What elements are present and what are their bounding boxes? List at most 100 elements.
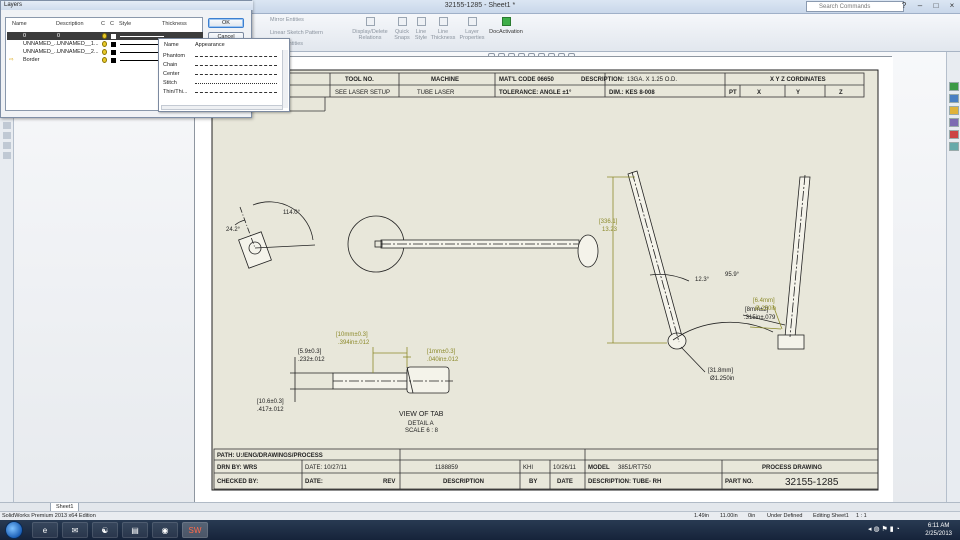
clock-date: 2/25/2013 [925, 531, 952, 537]
feature-tree-icon[interactable] [3, 122, 11, 129]
ok-button[interactable]: OK [208, 18, 244, 28]
dim-59: [5.9±0.3] [298, 349, 322, 355]
config-manager-icon[interactable] [3, 142, 11, 149]
help-icon[interactable]: ? [898, 1, 910, 12]
date-drawn: DATE: 10/27/11 [305, 465, 347, 471]
layer-visible-icon[interactable] [102, 41, 107, 47]
layers-dialog-title: Layers [1, 1, 253, 10]
description-label: DESCRIPTION: [581, 77, 624, 83]
media-icon[interactable]: ◉ [152, 522, 178, 538]
rev-date: 10/26/11 [553, 465, 577, 471]
z-header: Z [839, 90, 843, 96]
style-option-phantom[interactable]: Phantom [163, 52, 279, 61]
line-thickness-button[interactable]: Line Thickness [430, 17, 456, 41]
sheet-tab-bar: Sheet1 [0, 502, 960, 512]
clock[interactable]: 6:11 AM 2/25/2013 [925, 522, 952, 538]
solidworks-resources-icon[interactable] [949, 82, 959, 91]
minimize-button[interactable]: – [914, 1, 926, 12]
active-layer-arrow-icon: ⇨ [9, 57, 14, 63]
dim-336: [336.1] [599, 219, 618, 225]
dim-232: .232±.012 [298, 357, 325, 363]
tolerance-label: TOLERANCE: ANGLE ±1° [499, 90, 572, 96]
dim-318mm: [31.8mm] [708, 368, 733, 374]
layer-visible-icon[interactable] [102, 33, 107, 39]
line-thickness-icon [438, 17, 448, 26]
layer-color-swatch[interactable] [111, 34, 116, 39]
dim-1323: 13.23 [602, 227, 618, 233]
dim-394: .394in±.012 [338, 340, 370, 346]
close-button[interactable]: × [946, 1, 958, 12]
dim-040: .040in±.012 [427, 357, 459, 363]
view-palette-icon[interactable] [949, 118, 959, 127]
layers-icon [467, 17, 477, 26]
dim-10mm: [10mm±0.3] [336, 332, 368, 338]
dim-1250: Ø1.250in [710, 376, 734, 382]
file-explorer-icon[interactable] [949, 106, 959, 115]
app-icon[interactable]: ☯ [92, 522, 118, 538]
col-on: C [101, 21, 105, 27]
layer-color-swatch[interactable] [111, 42, 116, 47]
col-thickness: Thickness [162, 21, 187, 27]
x-header: X [757, 90, 761, 96]
angle-123: 12.3° [695, 277, 710, 283]
doc-activation-icon [501, 17, 511, 26]
col-description: Description [56, 21, 84, 27]
style-option-chain[interactable]: Chain [163, 61, 279, 70]
date-checked-label: DATE: [305, 479, 323, 485]
design-library-icon[interactable] [949, 94, 959, 103]
col-name: Name [12, 21, 27, 27]
col-style: Style [119, 21, 132, 27]
layer-style-sample[interactable] [120, 36, 164, 37]
drawing-sheet[interactable]: TOOL NO. MACHINE MAT'L CODE 06650 DESCRI… [194, 56, 893, 503]
description-value: 13GA. X 1.25 O.D. [627, 77, 677, 83]
dim-label: DIM.: KES 8-008 [609, 90, 655, 96]
dim-106: [10.6±0.3] [257, 399, 284, 405]
part-description: DESCRIPTION: TUBE- RH [588, 479, 661, 485]
custom-properties-icon[interactable] [949, 142, 959, 151]
layer-visible-icon[interactable] [102, 49, 107, 55]
dim-expert-icon[interactable] [3, 152, 11, 159]
ie-icon[interactable]: e [32, 522, 58, 538]
style-option-thin-thick[interactable]: Thin/Thi... [163, 88, 279, 97]
restore-button[interactable]: □ [930, 1, 942, 12]
linear-sketch-pattern-button[interactable]: Linear Sketch Pattern [270, 30, 340, 36]
dropdown-horizontal-scrollbar[interactable] [161, 105, 283, 110]
mirror-entities-button[interactable]: Mirror Entities [270, 17, 330, 23]
model-label: MODEL [588, 465, 610, 471]
system-tray-icons[interactable]: ◂ ◍ ⚑ ▮ ◔ [868, 525, 900, 533]
detail-label: DETAIL A [408, 421, 434, 427]
snaps-icon [397, 17, 407, 26]
line-style-dropdown[interactable]: Name Appearance Phantom Chain Center Sti… [158, 38, 290, 112]
rev-description-header: DESCRIPTION [443, 479, 484, 485]
machine-label: MACHINE [431, 77, 459, 83]
appearances-icon[interactable] [949, 130, 959, 139]
model-value: 3851/RT750 [618, 465, 652, 471]
dim-1mm: [1mm±0.3] [427, 349, 456, 355]
style-option-center[interactable]: Center [163, 70, 279, 79]
layer-properties-button[interactable]: Layer Properties [456, 17, 488, 41]
layer-color-swatch[interactable] [111, 58, 116, 63]
quick-snaps-button[interactable]: Quick Snaps [392, 17, 412, 41]
dim-315: .315in±.079 [744, 315, 776, 321]
machine-value: TUBE LASER [417, 90, 455, 96]
search-commands-input[interactable]: Search Commands [806, 1, 904, 12]
dim-64mm: [6.4mm] [753, 298, 775, 304]
property-manager-icon[interactable] [3, 132, 11, 139]
start-button[interactable] [5, 521, 23, 539]
line-style-button[interactable]: Line Style [412, 17, 430, 41]
solidworks-taskbar-icon[interactable]: SW [182, 522, 208, 538]
layer-visible-icon[interactable] [102, 57, 107, 63]
path-label: PATH: U:/ENG/DRAWINGS/PROCESS [217, 453, 323, 459]
outlook-icon[interactable]: ✉ [62, 522, 88, 538]
part-no-label: PART NO. [725, 479, 754, 485]
dropdown-vertical-scrollbar[interactable] [282, 50, 288, 108]
xyz-coordinates-label: X Y Z CORDINATES [770, 77, 826, 83]
tool-no-value: SEE LASER SETUP [335, 90, 390, 96]
style-option-stitch[interactable]: Stitch [163, 79, 279, 88]
col-color: C [110, 21, 114, 27]
drn-by-label: DRN BY: WRS [217, 465, 257, 471]
explorer-icon[interactable]: ▤ [122, 522, 148, 538]
display-delete-relations-button[interactable]: Display/Delete Relations [350, 17, 390, 41]
layer-color-swatch[interactable] [111, 50, 116, 55]
doc-activation-button[interactable]: DocActivation [488, 17, 524, 35]
